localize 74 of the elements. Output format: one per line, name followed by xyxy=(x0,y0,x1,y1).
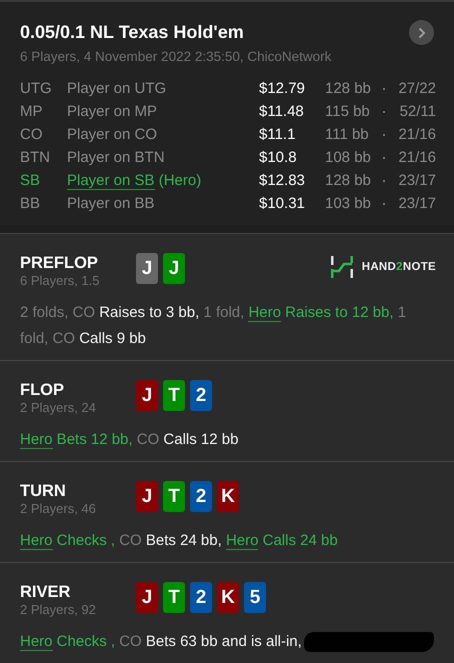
player-stats: 21/16 xyxy=(397,125,436,145)
player-stack: $11.48 xyxy=(259,102,305,122)
player-name: Player on CO xyxy=(67,126,158,143)
player-stats: 52/11 xyxy=(398,102,436,122)
action-summary: Hero Checks , CO Bets 24 bb, Hero Calls 24 bb xyxy=(20,531,338,552)
player-stats: 23/17 xyxy=(397,194,436,214)
playing-card: 2 xyxy=(190,481,212,512)
hero-tag: (Hero) xyxy=(154,172,202,189)
playing-card: K xyxy=(217,582,239,613)
player-stack: $12.79 xyxy=(259,79,306,99)
hero-link[interactable]: Hero xyxy=(20,431,53,449)
hero-link[interactable]: Hero xyxy=(20,633,53,651)
player-stats: 27/22 xyxy=(397,79,436,99)
separator-dot xyxy=(383,180,385,182)
player-bb: 115 bb xyxy=(325,102,371,122)
playing-card: K xyxy=(217,481,239,512)
playing-card: J xyxy=(136,582,158,613)
player-bb: 128 bb xyxy=(325,171,372,191)
playing-card: J xyxy=(136,380,158,411)
hero-link[interactable]: Hero xyxy=(20,532,53,550)
player-stats: 21/16 xyxy=(397,148,436,168)
street-info: 2 Players, 92 xyxy=(20,602,97,618)
player-bb: 108 bb xyxy=(325,148,372,168)
playing-card: T xyxy=(163,380,185,411)
hand-subtitle: 6 Players, 4 November 2022 2:35:50, ChicoNetwork xyxy=(20,49,332,64)
playing-card: 2 xyxy=(190,582,212,613)
action-summary: Hero Checks , CO Bets 63 bb and is all-in, xyxy=(20,632,302,653)
next-button[interactable] xyxy=(409,20,434,45)
street-info: 2 Players, 24 xyxy=(20,400,97,416)
player-position: BB xyxy=(20,194,42,214)
street-title: RIVER xyxy=(20,582,72,602)
player-bb: 128 bb xyxy=(325,79,372,99)
playing-card: J xyxy=(136,253,158,284)
player-position: MP xyxy=(20,102,44,122)
player-position: BTN xyxy=(20,148,51,168)
player-stats: 23/17 xyxy=(397,171,436,191)
hero-link[interactable]: Hero xyxy=(248,304,281,322)
player-bb: 111 bb xyxy=(325,125,370,145)
separator-dot xyxy=(383,110,385,112)
street-title: TURN xyxy=(20,481,67,501)
player-name: Player on BB xyxy=(67,195,155,212)
player-name: Player on BTN xyxy=(67,149,165,166)
playing-card: J xyxy=(163,253,185,284)
player-position: CO xyxy=(20,125,44,145)
separator-dot xyxy=(383,88,385,90)
street-info: 2 Players, 46 xyxy=(20,501,97,517)
playing-card: T xyxy=(163,582,185,613)
player-stack: $10.31 xyxy=(259,194,306,214)
player-position: UTG xyxy=(20,79,53,99)
playing-card: 2 xyxy=(190,380,212,411)
street-title: PREFLOP xyxy=(20,253,99,273)
chevron-right-icon xyxy=(418,26,426,38)
logo-icon xyxy=(330,256,353,278)
player-link[interactable]: Player on SB xyxy=(67,172,155,190)
player-stack: $10.8 xyxy=(259,148,298,168)
player-stack: $12.83 xyxy=(259,171,306,191)
separator-dot xyxy=(383,202,385,204)
street-title: FLOP xyxy=(20,380,65,400)
playing-card: T xyxy=(163,481,185,512)
player-bb: 103 bb xyxy=(325,194,372,214)
separator-dot xyxy=(383,134,385,136)
separator-dot xyxy=(383,156,385,158)
player-name: Player on MP xyxy=(67,103,158,120)
playing-card: 5 xyxy=(244,582,266,613)
player-position: SB xyxy=(20,171,42,191)
action-summary: 2 folds, CO Raises to 3 bb, 1 fold, Hero Raises to 12 bb, 1 fold, CO Calls 9 bb xyxy=(20,303,408,349)
hero-link[interactable]: Hero xyxy=(226,532,258,550)
player-stack: $11.1 xyxy=(259,125,296,145)
hand-title: 0.05/0.1 NL Texas Hold'em xyxy=(20,22,244,43)
street-info: 6 Players, 1.5 xyxy=(20,273,100,289)
action-summary: Hero Bets 12 bb, CO Calls 12 bb xyxy=(20,430,238,451)
player-name: Player on UTG xyxy=(67,80,166,97)
playing-card: J xyxy=(136,481,158,512)
logo-text: HAND2NOTE xyxy=(362,261,436,273)
